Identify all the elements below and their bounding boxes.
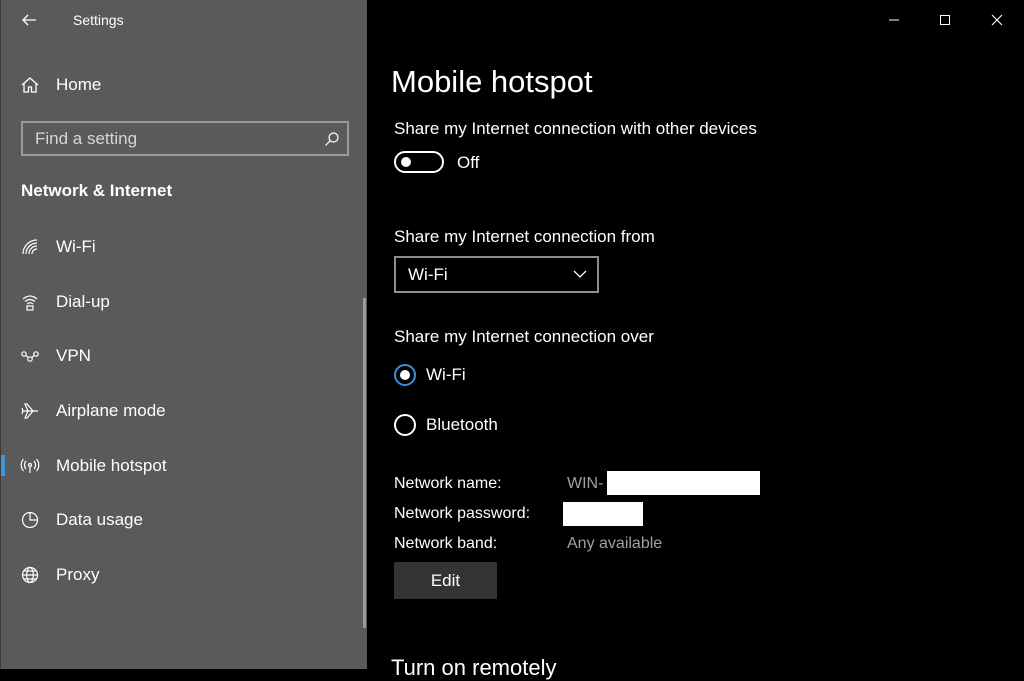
redacted-password: [563, 502, 643, 526]
hotspot-toggle[interactable]: [394, 151, 444, 173]
chevron-down-icon: [563, 270, 597, 279]
sidebar-item-mobile-hotspot[interactable]: Mobile hotspot: [1, 438, 368, 493]
data-usage-icon: [19, 509, 41, 531]
home-nav-item[interactable]: Home: [1, 66, 368, 104]
sidebar: Settings Home Network & Internet Wi-Fi: [0, 0, 367, 669]
vpn-icon: [19, 345, 41, 367]
edit-button[interactable]: Edit: [394, 562, 497, 599]
radio-button-checked[interactable]: [394, 364, 416, 386]
sidebar-item-label: Wi-Fi: [56, 237, 96, 257]
app-title: Settings: [73, 12, 124, 28]
sidebar-item-label: Mobile hotspot: [56, 455, 167, 475]
home-label: Home: [56, 75, 102, 94]
search-box[interactable]: [21, 121, 349, 156]
radio-button[interactable]: [394, 414, 416, 436]
sidebar-item-airplane-mode[interactable]: Airplane mode: [1, 384, 368, 439]
sidebar-item-proxy[interactable]: Proxy: [1, 548, 368, 603]
share-from-label: Share my Internet connection from: [394, 227, 655, 246]
network-password-label: Network password:: [394, 505, 531, 522]
dialup-icon: [19, 291, 41, 313]
radio-label: Bluetooth: [426, 415, 498, 434]
maximize-icon: [940, 15, 950, 25]
network-name-value: WIN-: [567, 475, 604, 492]
turn-on-remotely-heading: Turn on remotely: [391, 655, 557, 680]
sidebar-item-data-usage[interactable]: Data usage: [1, 493, 368, 548]
maximize-button[interactable]: [919, 0, 971, 40]
page-title: Mobile hotspot: [391, 64, 593, 99]
minimize-button[interactable]: [868, 0, 920, 40]
search-icon[interactable]: [317, 131, 347, 147]
nav-list: Wi-Fi Dial-up VPN Airplane mode Mobile h…: [1, 220, 368, 602]
network-name-label: Network name:: [394, 475, 502, 492]
sidebar-item-vpn[interactable]: VPN: [1, 329, 368, 384]
wifi-icon: [19, 236, 41, 258]
search-input[interactable]: [23, 123, 317, 154]
sidebar-item-label: Proxy: [56, 564, 100, 584]
hotspot-icon: [19, 455, 41, 477]
sidebar-item-label: Dial-up: [56, 291, 110, 311]
toggle-knob: [401, 157, 411, 167]
airplane-icon: [19, 400, 41, 422]
network-band-label: Network band:: [394, 535, 498, 552]
section-title: Network & Internet: [21, 181, 173, 200]
back-arrow-icon: [22, 14, 36, 26]
redacted-network-name: [607, 471, 760, 495]
radio-label: Wi-Fi: [426, 365, 466, 384]
sidebar-item-label: VPN: [56, 346, 91, 366]
share-label: Share my Internet connection with other …: [394, 119, 757, 138]
share-from-dropdown[interactable]: Wi-Fi: [394, 256, 599, 293]
toggle-state-text: Off: [457, 153, 480, 172]
title-bar: Settings: [1, 0, 368, 40]
close-icon: [991, 14, 1003, 26]
main-panel: Mobile hotspot Share my Internet connect…: [367, 0, 1024, 680]
globe-icon: [19, 564, 41, 586]
minimize-icon: [889, 19, 899, 21]
network-band-value: Any available: [567, 535, 663, 552]
home-icon: [19, 74, 41, 96]
sidebar-item-label: Airplane mode: [56, 401, 166, 421]
sidebar-item-label: Data usage: [56, 510, 143, 530]
sidebar-item-dialup[interactable]: Dial-up: [1, 275, 368, 330]
radio-bluetooth[interactable]: Bluetooth: [394, 414, 498, 436]
back-button[interactable]: [9, 2, 49, 38]
close-button[interactable]: [971, 0, 1023, 40]
dropdown-value: Wi-Fi: [408, 264, 448, 284]
sidebar-item-wifi[interactable]: Wi-Fi: [1, 220, 368, 275]
sidebar-scrollbar[interactable]: [363, 298, 366, 628]
radio-wifi[interactable]: Wi-Fi: [394, 364, 466, 386]
share-over-label: Share my Internet connection over: [394, 327, 654, 346]
